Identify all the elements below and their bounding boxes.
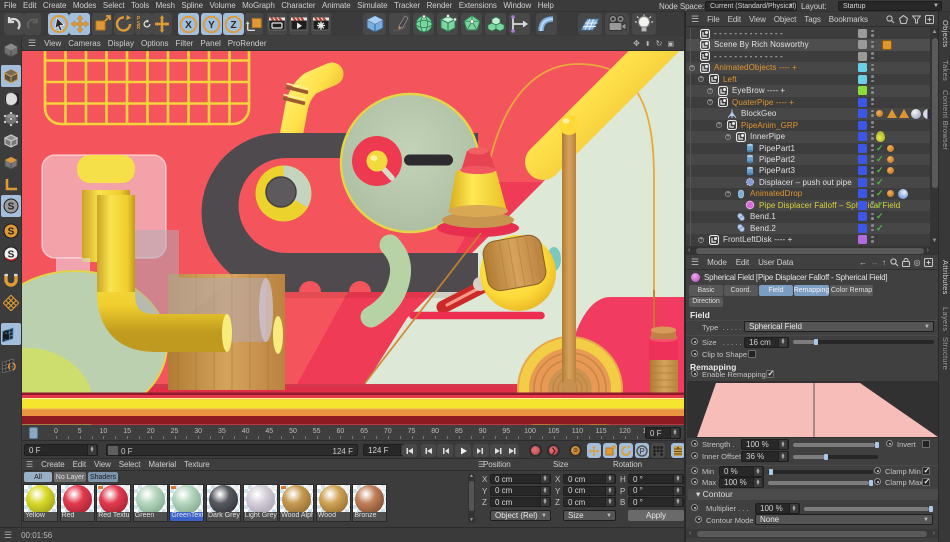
svg-text:P: P xyxy=(639,447,645,456)
svg-text:S: S xyxy=(8,202,15,213)
svg-text:S: S xyxy=(8,250,15,261)
svg-text:Y: Y xyxy=(208,20,215,31)
svg-text:Z: Z xyxy=(230,20,236,31)
svg-text:S: S xyxy=(8,227,15,238)
svg-text:X: X xyxy=(185,20,192,31)
